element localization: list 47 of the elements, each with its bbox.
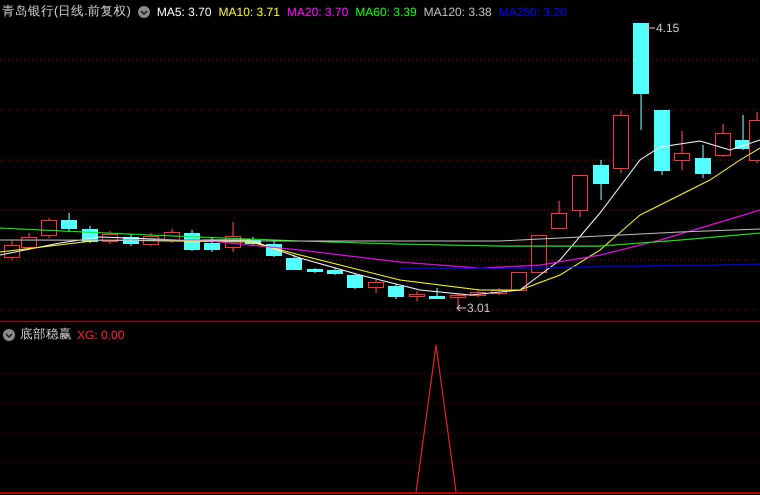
candlestick: [204, 238, 220, 252]
stock-title: 青岛银行(日线.前复权): [2, 3, 131, 20]
moving-average-value: MA10: 3.71: [218, 4, 280, 18]
candlestick: [307, 268, 323, 274]
candlestick: [388, 284, 404, 300]
candlestick: [347, 272, 363, 290]
candlestick: [531, 234, 547, 273]
candlestick: [245, 236, 261, 246]
candlestick: [470, 290, 486, 298]
candlestick: [164, 228, 180, 244]
candlestick: [654, 110, 670, 176]
candlestick: [41, 218, 57, 238]
candlestick: [715, 124, 731, 158]
dropdown-icon[interactable]: [3, 328, 15, 340]
price-label: 3.01: [467, 301, 490, 315]
moving-average-value: MA5: 3.70: [156, 4, 212, 18]
moving-average-value: MA250: 3.20: [498, 4, 567, 18]
candlestick: [266, 240, 282, 258]
candlestick: [613, 110, 629, 174]
candlestick: [593, 160, 609, 200]
price-label: 4.15: [656, 21, 680, 35]
candlestick: [450, 292, 466, 308]
candlestick: [4, 240, 20, 260]
candlestick: [61, 212, 77, 232]
candlestick: [225, 222, 241, 252]
moving-average-value: MA20: 3.70: [286, 4, 348, 18]
candlestick: [695, 144, 711, 178]
candlestick: [123, 234, 139, 246]
candlestick: [429, 288, 445, 299]
candlestick: [21, 232, 37, 250]
candlestick: [674, 130, 690, 170]
candlestick: [286, 254, 302, 270]
candlestick: [572, 174, 588, 218]
moving-average-value: MA120: 3.38: [424, 4, 492, 18]
candlestick: [368, 280, 384, 294]
candlestick: [143, 232, 159, 246]
candlestick: [409, 290, 425, 302]
candlestick: [102, 230, 118, 244]
candlestick: [551, 200, 567, 229]
candlestick: [511, 272, 527, 291]
arrow-icon: [456, 304, 466, 312]
moving-average-value: MA60: 3.39: [355, 4, 417, 18]
dropdown-icon[interactable]: [138, 6, 150, 18]
indicator-value: XG: 0.00: [77, 328, 124, 342]
arrow-icon: [645, 24, 655, 32]
indicator-name: 底部稳赢: [20, 326, 72, 343]
candlestick: [327, 268, 343, 276]
